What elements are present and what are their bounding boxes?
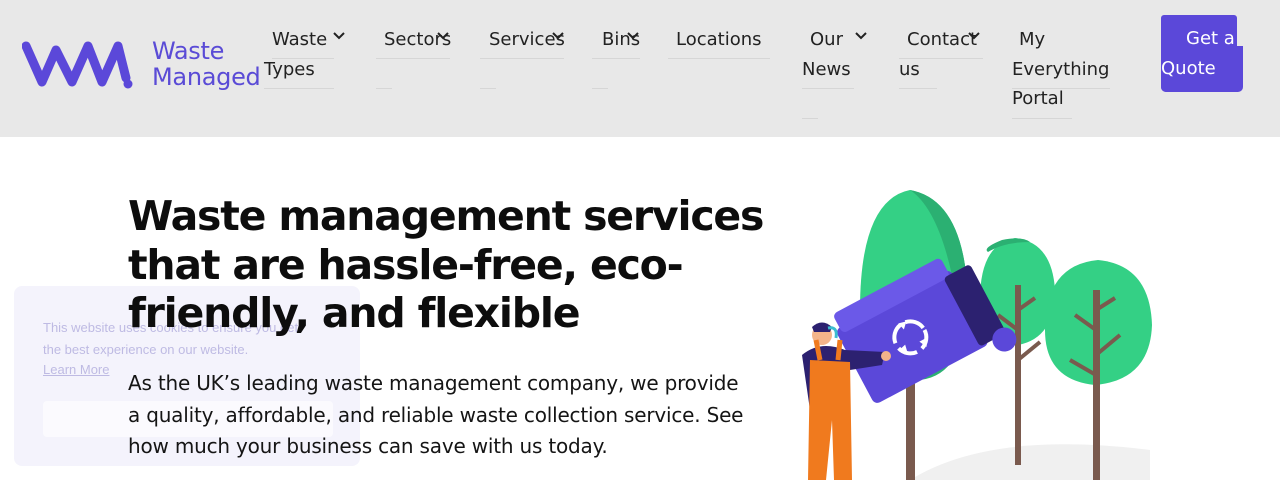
cookie-text-line-2: the best experience on our website.	[43, 342, 249, 357]
nav-divider	[592, 88, 608, 89]
site-logo[interactable]: Waste Managed	[22, 37, 261, 91]
nav-sectors[interactable]: Sectors	[384, 25, 451, 55]
hero-subtitle-line: As the UK’s leading waste management com…	[128, 371, 739, 395]
hero-title-line: friendly, and flexible	[128, 289, 581, 337]
nav-waste-types[interactable]: Waste Types	[264, 25, 345, 84]
nav-portal-label-1: My	[1019, 29, 1046, 50]
nav-our-news-label-2: News	[802, 58, 851, 80]
cta-label-1: Get a	[1186, 28, 1235, 49]
hero-subtitle: As the UK’s leading waste management com…	[128, 368, 798, 463]
hero-title-line: that are hassle-free, eco-	[128, 240, 684, 289]
nav-waste-types-label-1: Waste	[272, 29, 328, 50]
tree-trunk	[1015, 285, 1021, 465]
nav-our-news-label-1: Our	[810, 29, 843, 50]
nav-bins[interactable]: Bins	[602, 25, 640, 55]
nav-divider	[802, 88, 854, 89]
chevron-down-icon	[551, 25, 565, 55]
nav-divider	[668, 58, 770, 59]
chevron-down-icon	[332, 25, 346, 55]
nav-divider	[899, 88, 937, 89]
nav-portal-label-2: Everything	[1012, 58, 1110, 80]
chevron-down-icon	[967, 25, 981, 55]
nav-divider	[802, 118, 818, 119]
nav-divider	[1012, 118, 1072, 119]
tree-trunk	[1093, 290, 1100, 480]
nav-contact-us-label-1: Contact	[907, 29, 978, 50]
site-header: Waste Managed Waste Types Sectors Servic…	[0, 0, 1280, 137]
nav-divider	[899, 58, 983, 59]
worker-recycling-bin-illustration	[802, 190, 1152, 480]
nav-contact-us[interactable]: Contact us	[899, 25, 980, 84]
nav-divider	[376, 88, 392, 89]
nav-services[interactable]: Services	[489, 25, 565, 55]
cta-label-2: Quote	[1161, 58, 1216, 79]
nav-divider	[1012, 88, 1110, 89]
logo-line-2: Managed	[152, 63, 261, 91]
cookie-learn-more-link[interactable]: Learn More	[43, 362, 109, 377]
nav-portal[interactable]: My Everything Portal	[1012, 25, 1109, 114]
nav-locations[interactable]: Locations	[676, 25, 762, 55]
nav-our-news[interactable]: Our News	[802, 25, 867, 84]
nav-locations-label: Locations	[676, 29, 762, 50]
chevron-down-icon	[436, 25, 450, 55]
chevron-down-icon	[854, 25, 868, 55]
hero-title-line: Waste management services	[128, 192, 764, 240]
logo-line-1: Waste	[152, 37, 225, 65]
nav-divider	[264, 88, 334, 89]
nav-divider	[376, 58, 450, 59]
ground-shape	[910, 444, 1150, 480]
hero-subtitle-line: how much your business can save with us …	[128, 434, 608, 458]
logo-wave-icon	[22, 41, 133, 89]
nav-divider	[480, 88, 496, 89]
chevron-down-icon	[626, 25, 640, 55]
nav-divider	[480, 58, 564, 59]
logo-wordmark: Waste Managed	[152, 37, 261, 91]
hero-subtitle-line: a quality, affordable, and reliable wast…	[128, 402, 744, 427]
nav-divider	[592, 58, 640, 59]
hero-title: Waste management services that are hassl…	[128, 192, 808, 338]
cookie-text: the best experience on our website.	[43, 338, 343, 361]
get-a-quote-label[interactable]: Get a Quote	[1161, 24, 1251, 84]
nav-divider	[272, 58, 334, 59]
